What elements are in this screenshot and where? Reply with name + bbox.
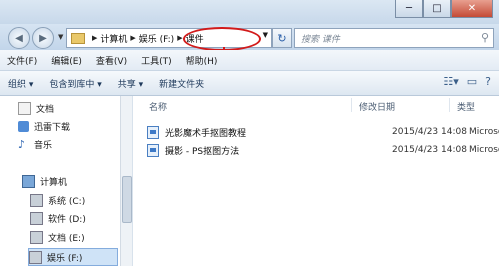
menu-view[interactable]: 查看(V) — [89, 54, 134, 67]
search-placeholder: 搜索 课件 — [301, 34, 340, 45]
music-icon: ♪ — [18, 137, 26, 151]
breadcrumb-drive-f[interactable]: 娱乐 (F:) — [139, 32, 174, 45]
window-controls: ─ □ ✕ — [395, 0, 493, 18]
download-icon — [18, 120, 29, 132]
sidebar-item-label: 系统 (C:) — [48, 196, 86, 207]
sidebar-item-label: 娱乐 (F:) — [47, 253, 83, 264]
sidebar-item-computer[interactable]: 计算机 — [22, 173, 67, 189]
sidebar-item-drive-e[interactable]: 文档 (E:) — [30, 229, 85, 245]
file-name[interactable]: 摄影 - PS抠图方法 — [165, 144, 239, 157]
computer-icon — [22, 174, 35, 188]
sidebar-item-label: 文档 (E:) — [48, 233, 85, 244]
sidebar-item-drive-f[interactable]: 娱乐 (F:) — [28, 248, 118, 266]
drive-icon — [29, 250, 42, 264]
share-button[interactable]: 共享 ▾ — [110, 77, 151, 90]
navigation-pane: 文档 迅雷下载 ♪ 音乐 计算机 系统 (C:) 软件 (D:) 文档 (E:)… — [0, 96, 133, 266]
chevron-right-icon[interactable]: ▶ — [92, 34, 97, 42]
include-in-library-button[interactable]: 包含到库中 ▾ — [41, 77, 109, 90]
sidebar-item-documents[interactable]: 文档 — [18, 100, 54, 116]
document-icon — [18, 101, 31, 115]
column-divider[interactable] — [351, 98, 352, 112]
table-row[interactable]: 光影魔术手抠图教程 2015/4/23 14:08 Microso — [147, 124, 499, 140]
sidebar-item-label: 计算机 — [40, 177, 68, 188]
address-dropdown-icon[interactable]: ▼ — [263, 31, 268, 39]
sidebar-item-drive-d[interactable]: 软件 (D:) — [30, 210, 86, 226]
command-toolbar: 组织 ▾ 包含到库中 ▾ 共享 ▾ 新建文件夹 ☷▾ ▭ ? — [0, 71, 499, 96]
back-button[interactable]: ◀ — [8, 27, 30, 49]
menu-file[interactable]: 文件(F) — [0, 54, 44, 67]
search-input[interactable]: 搜索 课件 ⚲ — [294, 28, 494, 48]
preview-pane-icon[interactable]: ▭ — [467, 75, 477, 88]
sidebar-item-music[interactable]: ♪ 音乐 — [18, 136, 52, 152]
table-row[interactable]: 摄影 - PS抠图方法 2015/4/23 14:08 Microso — [147, 142, 499, 158]
sidebar-item-label: 音乐 — [34, 140, 53, 151]
sidebar-item-drive-c[interactable]: 系统 (C:) — [30, 192, 85, 208]
drive-icon — [30, 230, 43, 244]
sidebar-item-label: 文档 — [36, 104, 55, 115]
column-header-date[interactable]: 修改日期 — [359, 100, 395, 113]
file-date: 2015/4/23 14:08 — [392, 127, 467, 137]
forward-arrow-icon: ▶ — [39, 32, 47, 44]
new-folder-button[interactable]: 新建文件夹 — [151, 77, 212, 90]
refresh-button[interactable]: ↻ — [272, 28, 292, 48]
menu-tools[interactable]: 工具(T) — [134, 54, 179, 67]
breadcrumb-computer[interactable]: 计算机 — [100, 32, 127, 45]
annotation-highlight-oval — [183, 27, 261, 51]
refresh-icon: ↻ — [277, 31, 287, 45]
view-options-icon[interactable]: ☷▾ — [443, 75, 458, 88]
scrollbar-thumb[interactable] — [122, 176, 132, 223]
file-date: 2015/4/23 14:08 — [392, 145, 467, 155]
menu-help[interactable]: 帮助(H) — [179, 54, 225, 67]
drive-icon — [30, 193, 43, 207]
file-type: Microso — [469, 127, 499, 137]
menu-bar: 文件(F) 编辑(E) 查看(V) 工具(T) 帮助(H) — [0, 50, 499, 71]
history-dropdown-icon[interactable]: ▼ — [58, 33, 63, 41]
folder-icon — [71, 32, 85, 44]
sidebar-item-xunlei-downloads[interactable]: 迅雷下载 — [18, 118, 70, 134]
sidebar-item-label: 迅雷下载 — [34, 122, 71, 133]
column-header-type[interactable]: 类型 — [457, 100, 475, 113]
chevron-right-icon[interactable]: ▶ — [177, 34, 182, 42]
word-document-icon — [147, 143, 159, 157]
drive-icon — [30, 211, 43, 225]
sidebar-item-label: 软件 (D:) — [48, 214, 86, 225]
word-document-icon — [147, 125, 159, 139]
chevron-right-icon[interactable]: ▶ — [130, 34, 135, 42]
column-divider[interactable] — [449, 98, 450, 112]
close-button[interactable]: ✕ — [451, 0, 493, 18]
file-name[interactable]: 光影魔术手抠图教程 — [165, 126, 246, 139]
view-controls: ☷▾ ▭ ? — [443, 75, 491, 88]
title-bar: ─ □ ✕ — [0, 0, 499, 24]
search-icon[interactable]: ⚲ — [475, 31, 489, 44]
sidebar-scrollbar[interactable] — [120, 96, 132, 266]
organize-button[interactable]: 组织 ▾ — [0, 77, 41, 90]
minimize-button[interactable]: ─ — [395, 0, 423, 18]
forward-button[interactable]: ▶ — [32, 27, 54, 49]
maximize-button[interactable]: □ — [423, 0, 451, 18]
help-icon[interactable]: ? — [485, 75, 491, 88]
back-arrow-icon: ◀ — [15, 32, 23, 44]
column-header-name[interactable]: 名称 — [149, 100, 167, 113]
file-list: 名称 修改日期 类型 光影魔术手抠图教程 2015/4/23 14:08 Mic… — [133, 96, 499, 266]
menu-edit[interactable]: 编辑(E) — [44, 54, 89, 67]
file-type: Microso — [469, 145, 499, 155]
